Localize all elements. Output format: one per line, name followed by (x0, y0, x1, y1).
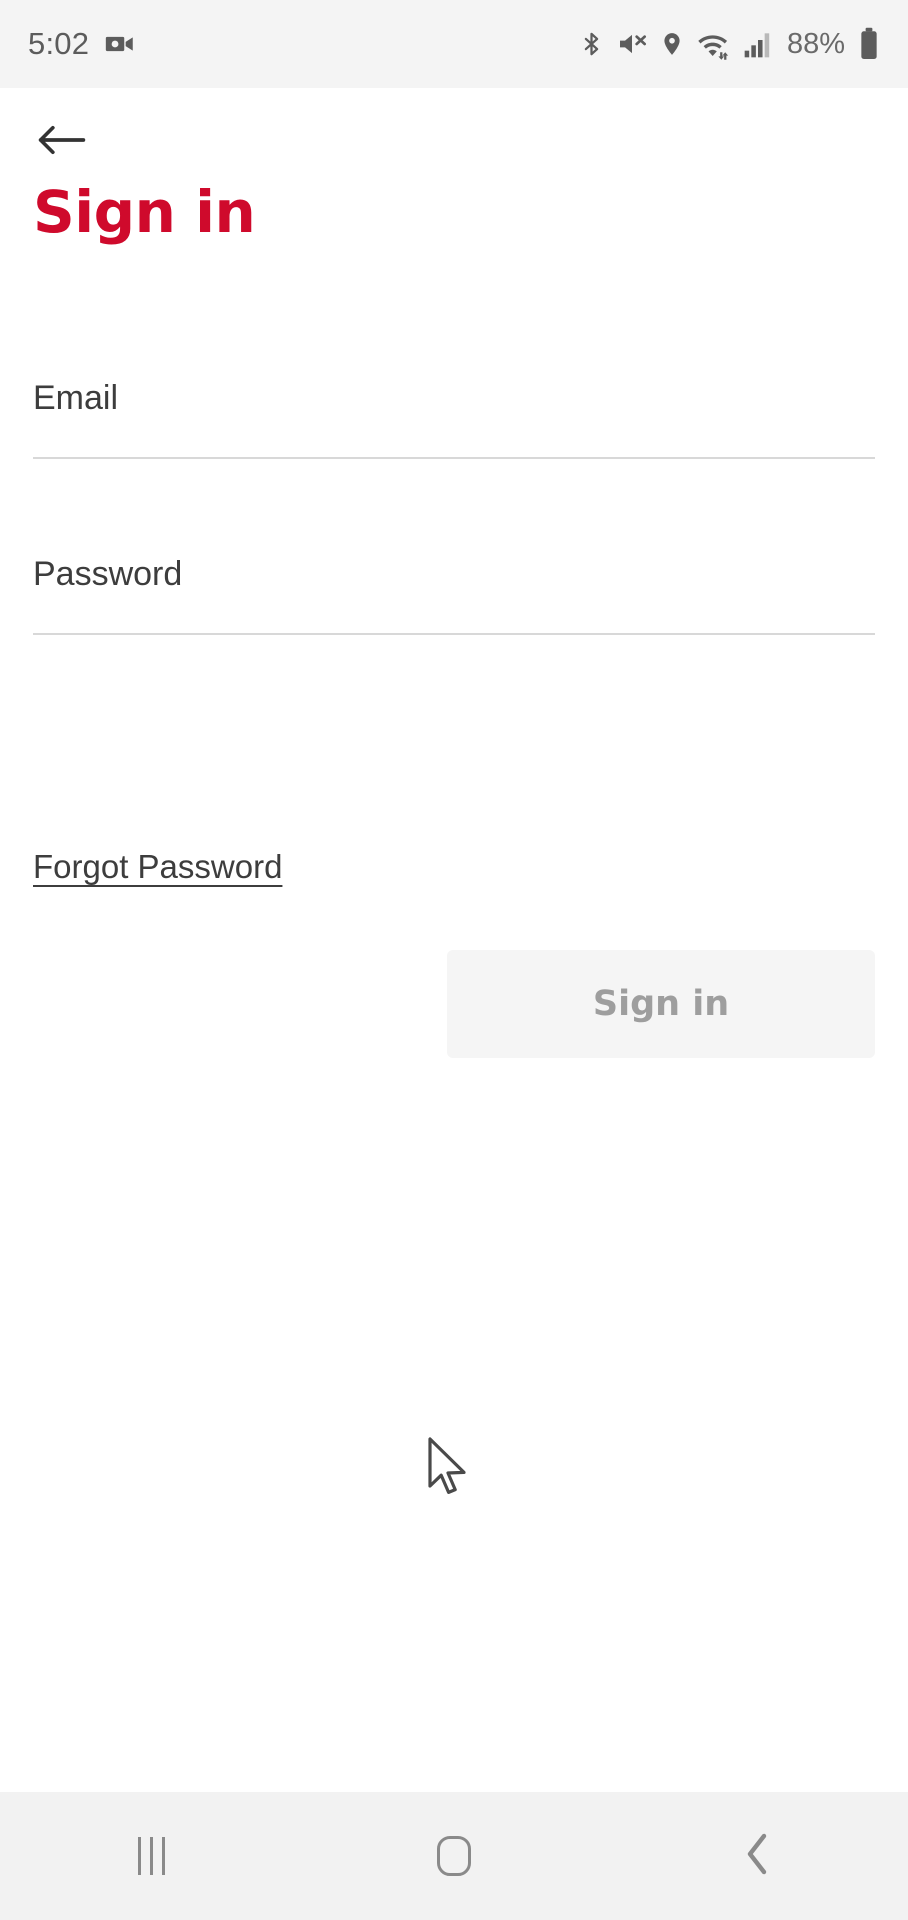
system-navigation-bar (0, 1792, 908, 1920)
email-field-underline (33, 456, 875, 459)
status-bar: 5:02 88% (0, 0, 908, 88)
status-time: 5:02 (28, 26, 90, 61)
email-field-wrapper[interactable]: Email (33, 378, 875, 459)
back-arrow-icon (36, 120, 88, 165)
back-chevron-icon (742, 1830, 772, 1883)
email-field-label: Email (33, 379, 119, 417)
battery-icon (858, 27, 880, 61)
password-field-label: Password (33, 555, 183, 593)
signin-screen: Sign in Email Password Forgot Password S… (0, 88, 908, 1792)
nav-back-button[interactable] (605, 1792, 908, 1920)
mouse-pointer-icon (426, 1436, 472, 1498)
forgot-password-link[interactable]: Forgot Password (33, 848, 282, 886)
recents-icon (137, 1837, 165, 1875)
location-pin-icon (659, 28, 685, 60)
nav-home-button[interactable] (303, 1792, 606, 1920)
sign-in-button[interactable]: Sign in (447, 950, 875, 1058)
cellular-signal-icon (743, 28, 773, 60)
home-icon (437, 1836, 471, 1876)
password-field-underline (33, 632, 875, 635)
battery-percent-label: 88% (786, 27, 845, 60)
status-bar-right: 88% (578, 0, 880, 88)
back-button[interactable] (24, 104, 100, 180)
nav-recents-button[interactable] (0, 1792, 303, 1920)
video-record-icon (103, 27, 137, 61)
page-title: Sign in (33, 178, 256, 246)
password-field-wrapper[interactable]: Password (33, 554, 875, 635)
volume-mute-icon (616, 28, 648, 60)
bluetooth-icon (578, 28, 605, 60)
status-bar-left: 5:02 (28, 26, 137, 62)
wifi-icon (696, 28, 732, 60)
